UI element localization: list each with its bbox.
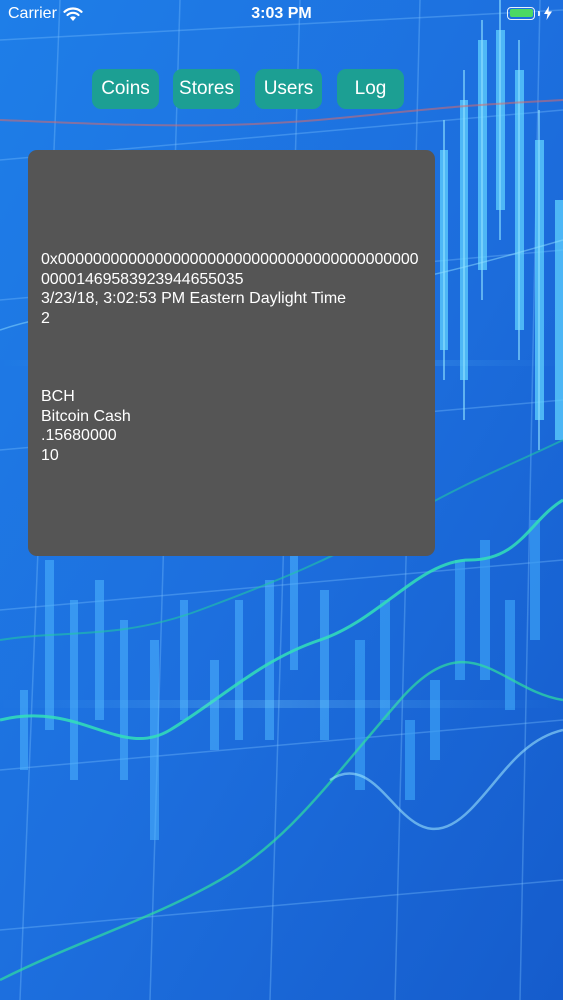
- status-time: 3:03 PM: [251, 5, 312, 22]
- coin-quantity: 10: [41, 446, 59, 464]
- users-button[interactable]: Users: [255, 69, 322, 109]
- stores-button[interactable]: Stores: [173, 69, 240, 109]
- battery-level: [509, 9, 533, 17]
- status-bar: Carrier 3:03 PM: [0, 0, 563, 30]
- transaction-block: 0x00000000000000000000000000000000000000…: [41, 250, 426, 328]
- coin-amount: .15680000: [41, 427, 117, 444]
- transaction-timestamp: 3/23/18, 3:02:53 PM Eastern Daylight Tim…: [41, 290, 347, 307]
- battery-icon: [507, 6, 553, 20]
- charging-bolt-icon: [544, 6, 552, 20]
- coin-symbol: BCH: [41, 388, 75, 405]
- coin-block: BCH Bitcoin Cash .15680000 10: [41, 387, 426, 465]
- coin-name: Bitcoin Cash: [41, 407, 131, 425]
- transaction-count: 2: [41, 309, 50, 327]
- coins-button[interactable]: Coins: [92, 69, 159, 109]
- log-button[interactable]: Log: [337, 69, 404, 109]
- transaction-hash: 0x00000000000000000000000000000000000000…: [41, 251, 419, 288]
- record-panel: 0x00000000000000000000000000000000000000…: [28, 150, 435, 556]
